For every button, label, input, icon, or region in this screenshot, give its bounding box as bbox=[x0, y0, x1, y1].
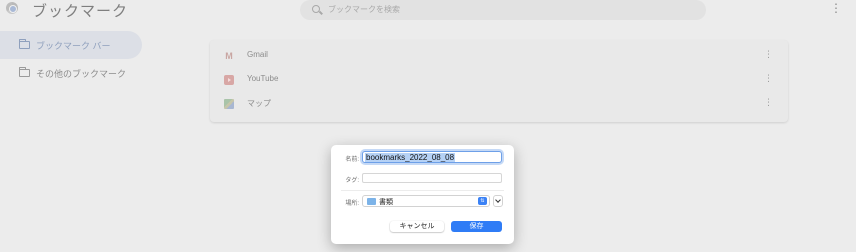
more-vert-icon[interactable]: ⋮ bbox=[764, 97, 773, 107]
up-down-stepper-icon: ⇅ bbox=[478, 197, 487, 205]
youtube-icon bbox=[224, 75, 234, 85]
bookmark-manager: ブックマーク ブックマークを検索 ⋮ ブックマーク バー その他のブックマーク … bbox=[0, 0, 856, 252]
bookmark-row-maps[interactable]: マップ ⋮ bbox=[210, 92, 788, 116]
header: ブックマーク ブックマークを検索 ⋮ bbox=[0, 0, 856, 20]
search-icon bbox=[312, 5, 320, 13]
tags-field[interactable] bbox=[362, 173, 502, 183]
folder-icon bbox=[19, 39, 30, 49]
expand-button[interactable] bbox=[493, 195, 503, 207]
bookmark-title: マップ bbox=[247, 99, 271, 108]
more-vert-icon[interactable]: ⋮ bbox=[764, 49, 773, 59]
name-label: 名前: bbox=[345, 157, 359, 163]
where-label: 場所: bbox=[345, 201, 359, 207]
divider bbox=[341, 190, 504, 191]
page-title: ブックマーク bbox=[32, 3, 129, 20]
bookmark-row-gmail[interactable]: M Gmail ⋮ bbox=[210, 44, 788, 68]
folder-icon bbox=[367, 198, 376, 205]
sidebar-item-other-bookmarks[interactable]: その他のブックマーク bbox=[0, 59, 142, 87]
folder-icon bbox=[19, 67, 30, 77]
location-select[interactable]: 書類 ⇅ bbox=[362, 195, 490, 207]
sidebar-item-label: その他のブックマーク bbox=[36, 69, 127, 79]
more-vert-icon[interactable]: ⋮ bbox=[764, 73, 773, 83]
filename-field[interactable]: bookmarks_2022_08_08 bbox=[362, 151, 502, 163]
maps-icon bbox=[224, 99, 234, 109]
tags-value bbox=[363, 183, 365, 189]
filename-value: bookmarks_2022_08_08 bbox=[365, 153, 456, 162]
save-dialog: 名前: bookmarks_2022_08_08 タグ: 場所: 書類 ⇅ キャ… bbox=[331, 145, 514, 244]
bookmark-list: M Gmail ⋮ YouTube ⋮ マップ ⋮ bbox=[210, 40, 788, 122]
location-value: 書類 bbox=[379, 199, 393, 206]
sidebar-item-label: ブックマーク バー bbox=[36, 41, 111, 51]
more-vert-icon[interactable]: ⋮ bbox=[830, 2, 842, 14]
search-input[interactable]: ブックマークを検索 bbox=[300, 0, 706, 20]
bookmark-title: Gmail bbox=[247, 50, 268, 59]
sidebar-item-bookmarks-bar[interactable]: ブックマーク バー bbox=[0, 31, 142, 59]
save-button[interactable]: 保存 bbox=[451, 221, 502, 232]
bookmark-row-youtube[interactable]: YouTube ⋮ bbox=[210, 68, 788, 92]
chevron-down-icon bbox=[495, 197, 501, 203]
bookmark-title: YouTube bbox=[247, 74, 279, 83]
tags-label: タグ: bbox=[345, 178, 359, 184]
search-placeholder: ブックマークを検索 bbox=[328, 5, 400, 14]
cancel-button[interactable]: キャンセル bbox=[390, 221, 444, 232]
chrome-logo-icon bbox=[6, 2, 18, 14]
gmail-icon: M bbox=[225, 51, 233, 61]
